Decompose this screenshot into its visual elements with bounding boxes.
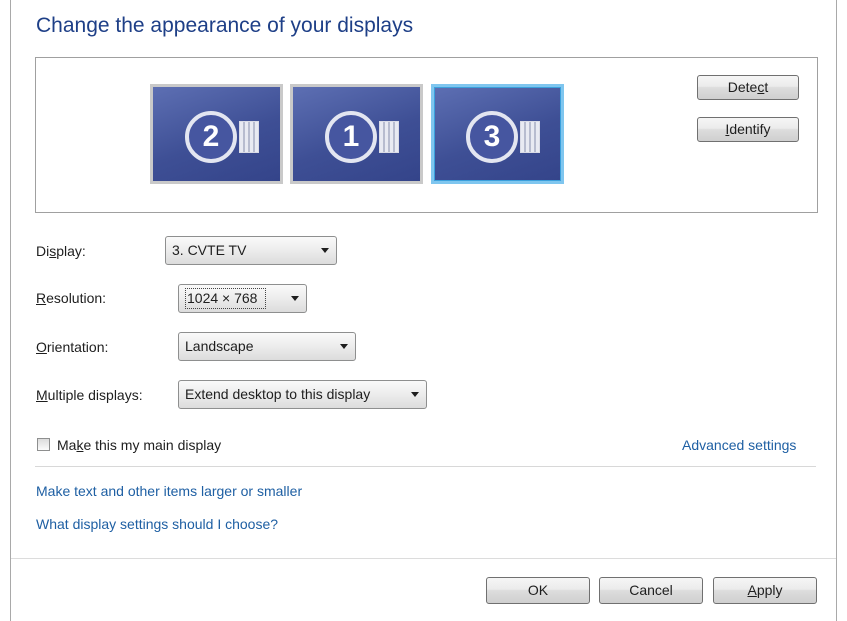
apply-button[interactable]: Apply (713, 577, 817, 604)
page-title: Change the appearance of your displays (36, 14, 414, 37)
display-select[interactable]: 3. CVTE TV (165, 236, 337, 265)
chevron-down-icon (291, 296, 299, 301)
monitor-arrangement-panel: 2 1 3 Detect Identify (35, 57, 818, 213)
orientation-select[interactable]: Landscape (178, 332, 356, 361)
window-graphic-icon (379, 121, 399, 153)
advanced-settings-link[interactable]: Advanced settings (682, 437, 796, 453)
resolution-label: Resolution: (36, 290, 107, 306)
display-select-value: 3. CVTE TV (172, 242, 247, 258)
monitor-number-badge: 3 (466, 111, 518, 163)
monitor-3[interactable]: 3 (431, 84, 564, 184)
multiple-displays-select[interactable]: Extend desktop to this display (178, 380, 427, 409)
resolution-select-value: 1024 × 768 (185, 288, 267, 309)
multiple-displays-label: Multiple displays: (36, 387, 143, 403)
identify-label-part: dentify (729, 121, 771, 137)
monitor-number-badge: 1 (325, 111, 377, 163)
monitor-number-badge: 2 (185, 111, 237, 163)
identify-button[interactable]: Identify (697, 117, 799, 142)
display-help-link[interactable]: What display settings should I choose? (36, 516, 278, 532)
window-border-left (10, 0, 11, 621)
chevron-down-icon (321, 248, 329, 253)
orientation-label: Orientation: (36, 339, 109, 355)
main-display-checkbox-label[interactable]: Make this my main display (57, 437, 221, 453)
cancel-button[interactable]: Cancel (599, 577, 703, 604)
chevron-down-icon (340, 344, 348, 349)
text-size-link[interactable]: Make text and other items larger or smal… (36, 483, 302, 499)
display-label: Display: (36, 243, 86, 259)
monitor-2[interactable]: 2 (150, 84, 283, 184)
monitor-1[interactable]: 1 (290, 84, 423, 184)
divider (35, 466, 816, 467)
ok-button[interactable]: OK (486, 577, 590, 604)
detect-label-part: t (764, 79, 769, 95)
resolution-select[interactable]: 1024 × 768 (178, 284, 307, 313)
orientation-select-value: Landscape (185, 338, 254, 354)
window-graphic-icon (239, 121, 259, 153)
multiple-displays-select-value: Extend desktop to this display (185, 386, 371, 402)
window-graphic-icon (520, 121, 540, 153)
window-border-right (836, 0, 837, 621)
main-display-checkbox[interactable] (37, 438, 50, 451)
detect-label-part: Dete (727, 79, 758, 95)
chevron-down-icon (411, 392, 419, 397)
detect-button[interactable]: Detect (697, 75, 799, 100)
footer-divider (11, 558, 836, 559)
